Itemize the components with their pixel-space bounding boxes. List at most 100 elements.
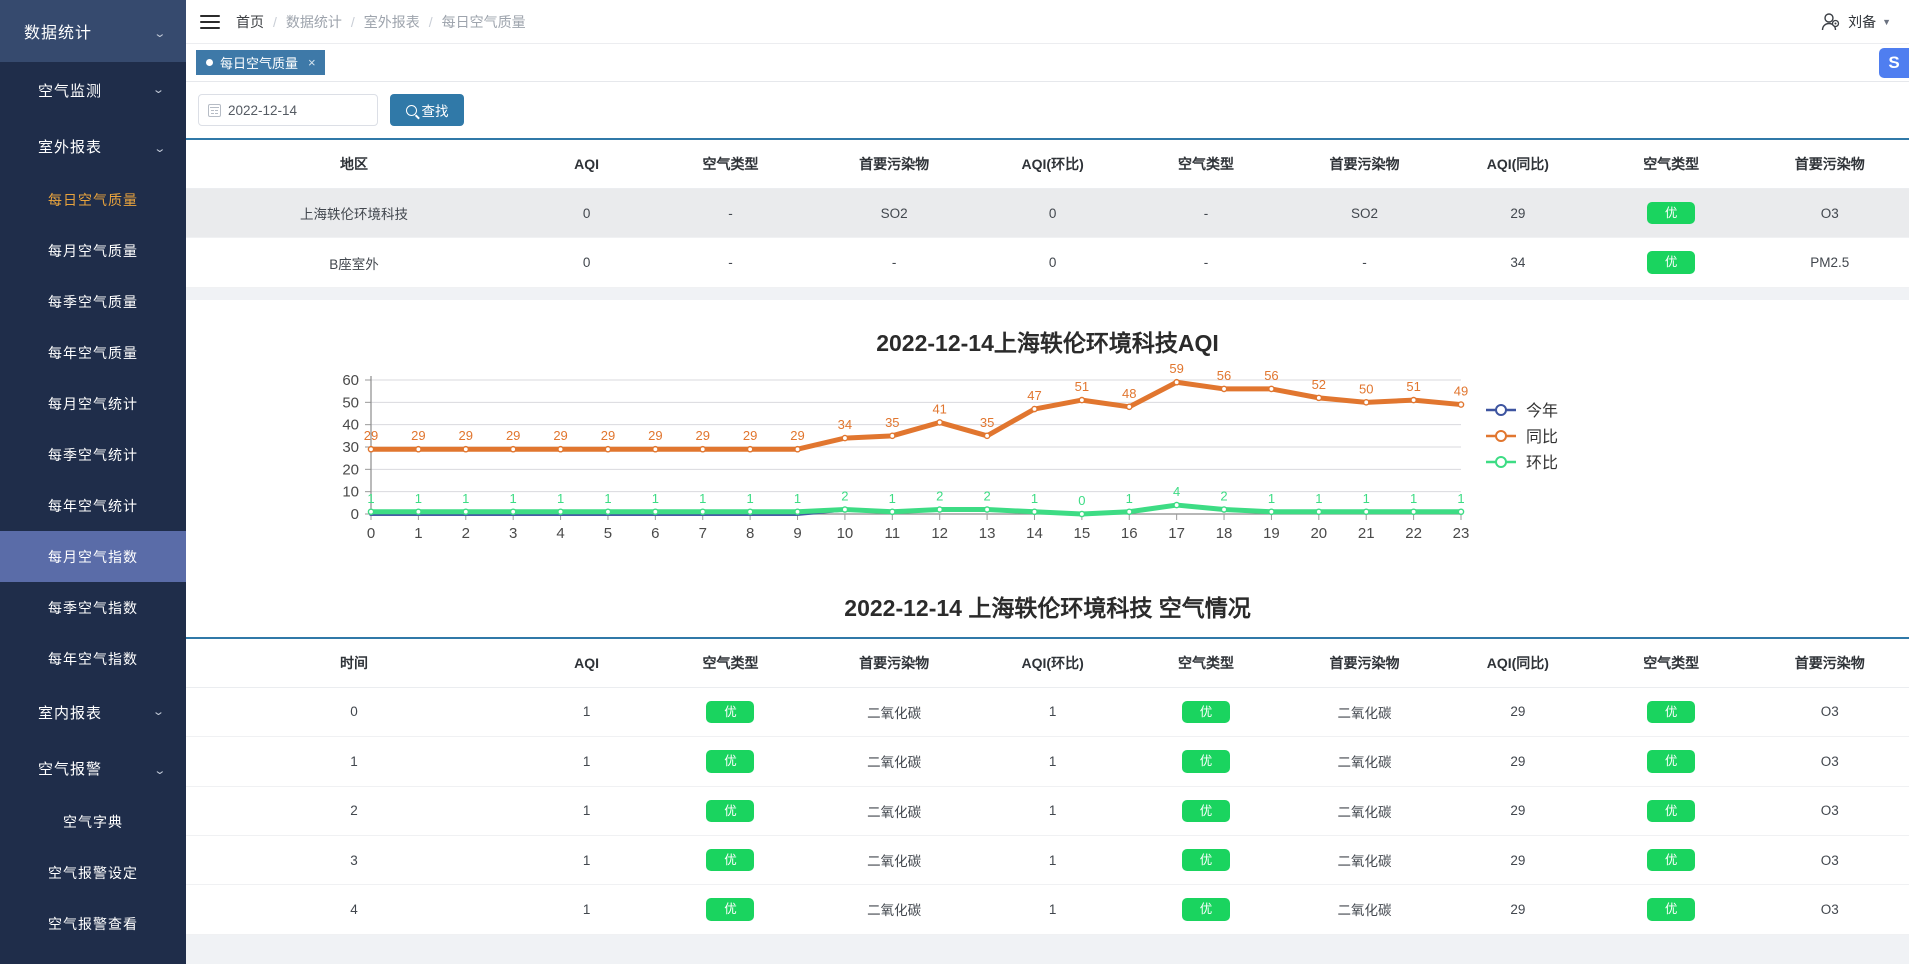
cell-3: 二氧化碳 — [809, 884, 979, 935]
svg-text:同比: 同比 — [1526, 428, 1558, 446]
content-scroll-area[interactable]: 2022-12-14 查找 地区 AQI 空气类型 首要污染物 AQI(环比) … — [186, 82, 1909, 964]
detail-table-panel: 时间 AQI 空气类型 首要污染物 AQI(环比) 空气类型 首要污染物 AQI… — [186, 636, 1909, 935]
detail-section-title: 2022-12-14 上海轶伦环境科技 空气情况 — [186, 570, 1909, 637]
table-row[interactable]: 4 1 优二氧化碳 1 优二氧化碳 29 优 O3 — [186, 884, 1909, 935]
svg-text:1: 1 — [510, 491, 517, 506]
breadcrumb-item-每日空气质量[interactable]: 每日空气质量 — [442, 12, 526, 32]
sidebar-item-每年空气指数[interactable]: 每年空气指数 — [0, 633, 186, 684]
floating-app-badge[interactable]: S — [1879, 48, 1909, 78]
table-row[interactable]: B座室外 0 - - 0 - - 34 优 PM2.5 — [186, 237, 1909, 288]
tab-active-dot-icon — [206, 59, 213, 66]
chevron-up-icon: ⌃ — [151, 140, 167, 153]
breadcrumb-item-室外报表[interactable]: 室外报表 — [364, 12, 420, 32]
breadcrumb-item-首页[interactable]: 首页 — [236, 12, 264, 32]
svg-text:15: 15 — [1074, 525, 1091, 542]
svg-text:56: 56 — [1217, 368, 1231, 383]
cell-air-type: 优 — [1126, 835, 1286, 886]
sidebar-group-空气报警[interactable]: 空气报警 ⌃ — [0, 740, 186, 796]
col-aqi-tongbi: AQI(同比) — [1443, 636, 1592, 688]
cell-7: 29 — [1443, 687, 1592, 738]
cell-4: 1 — [978, 786, 1127, 836]
table-row[interactable]: 0 1 优二氧化碳 1 优二氧化碳 29 优 O3 — [186, 687, 1909, 738]
svg-text:今年: 今年 — [1526, 402, 1558, 420]
svg-text:48: 48 — [1122, 386, 1136, 401]
sidebar-item-label: 每季空气质量 — [48, 293, 138, 310]
sidebar-item-每季空气统计[interactable]: 每季空气统计 — [0, 429, 186, 480]
sidebar-item-每年空气质量[interactable]: 每年空气质量 — [0, 327, 186, 378]
tab-每日空气质量[interactable]: 每日空气质量 × — [196, 50, 325, 75]
chevron-up-icon: ⌃ — [151, 762, 167, 775]
table-row[interactable]: 2 1 优二氧化碳 1 优二氧化碳 29 优 O3 — [186, 786, 1909, 836]
svg-text:0: 0 — [367, 525, 375, 542]
svg-text:7: 7 — [699, 525, 707, 542]
sidebar-item-每月空气指数[interactable]: 每月空气指数 — [0, 531, 186, 582]
date-input[interactable]: 2022-12-14 — [198, 94, 378, 126]
cell-aqi: 0 — [521, 237, 652, 288]
col-首要污染物: 首要污染物 — [809, 636, 979, 688]
svg-text:2: 2 — [462, 525, 470, 542]
cell-6: 二氧化碳 — [1285, 835, 1444, 886]
breadcrumb-item-数据统计[interactable]: 数据统计 — [286, 12, 342, 32]
user-avatar-icon — [1820, 12, 1842, 32]
sidebar-item-空气报警设定[interactable]: 空气报警设定 — [0, 847, 186, 898]
sidebar-item-label: 每年空气指数 — [48, 650, 138, 667]
cell-4: 1 — [978, 736, 1127, 787]
svg-text:29: 29 — [601, 428, 615, 443]
cell-0: 1 — [186, 736, 522, 787]
sidebar-item-空气报警查看[interactable]: 空气报警查看 — [0, 898, 186, 949]
cell-air-type: - — [651, 237, 810, 288]
sidebar-item-每年空气统计[interactable]: 每年空气统计 — [0, 480, 186, 531]
sidebar-item-label: 空气报警设定 — [48, 864, 138, 881]
svg-text:16: 16 — [1121, 525, 1138, 542]
status-badge: 优 — [1647, 848, 1696, 872]
svg-text:10: 10 — [342, 483, 359, 500]
hamburger-icon[interactable] — [200, 14, 220, 29]
svg-text:29: 29 — [553, 428, 567, 443]
cell-7: 29 — [1443, 884, 1592, 935]
table-row[interactable]: 1 1 优二氧化碳 1 优二氧化碳 29 优 O3 — [186, 736, 1909, 787]
sidebar-item-label: 每月空气指数 — [48, 548, 138, 565]
close-icon[interactable]: × — [308, 55, 316, 70]
aqi-line-chart[interactable]: 0 10 20 30 40 50 60 0 1 2 3 4 5 6 7 8 9 10 11 12 13 14 15 16 17 1… — [186, 362, 1909, 567]
svg-text:19: 19 — [1263, 525, 1280, 542]
sidebar-root-数据统计[interactable]: 数据统计 ⌃ — [0, 0, 186, 62]
sidebar-item-每季空气质量[interactable]: 每季空气质量 — [0, 276, 186, 327]
cell-pollutant-2: - — [1285, 237, 1444, 288]
sidebar-item-每日空气质量[interactable]: 每日空气质量 — [0, 174, 186, 225]
svg-text:9: 9 — [793, 525, 801, 542]
cell-7: 29 — [1443, 736, 1592, 787]
status-badge: 优 — [1181, 799, 1230, 822]
status-badge: 优 — [1181, 848, 1230, 872]
aqi-chart-panel: 2022-12-14上海轶伦环境科技AQI 0 10 20 30 40 50 60 0 1 2 3 4… — [186, 299, 1909, 571]
svg-text:29: 29 — [506, 428, 520, 443]
cell-air-type-3: 优 — [1591, 188, 1751, 239]
sidebar-group-室内报表[interactable]: 室内报表 ⌄ — [0, 684, 186, 740]
sidebar-item-每季空气指数[interactable]: 每季空气指数 — [0, 582, 186, 633]
sidebar-item-每月空气质量[interactable]: 每月空气质量 — [0, 225, 186, 276]
svg-text:29: 29 — [411, 428, 425, 443]
status-badge: 优 — [1647, 750, 1696, 773]
svg-text:1: 1 — [1315, 491, 1322, 506]
col-首要污染物: 首要污染物 — [809, 138, 979, 189]
search-button[interactable]: 查找 — [390, 94, 464, 126]
user-menu[interactable]: 刘备 ▼ — [1820, 12, 1891, 32]
table-row[interactable]: 上海轶伦环境科技 0 - SO2 0 - SO2 29 优 O3 — [186, 188, 1909, 239]
svg-text:29: 29 — [648, 428, 662, 443]
status-badge: 优 — [706, 750, 755, 773]
sidebar-item-label: 每季空气指数 — [48, 599, 138, 616]
cell-air-type-2: - — [1126, 237, 1286, 288]
svg-text:18: 18 — [1216, 525, 1233, 542]
col-地区: 地区 — [186, 138, 522, 189]
svg-text:51: 51 — [1406, 379, 1420, 394]
sidebar-group-室外报表[interactable]: 室外报表 ⌃ — [0, 118, 186, 174]
svg-text:35: 35 — [885, 415, 899, 430]
table-row[interactable]: 3 1 优二氧化碳 1 优二氧化碳 29 优 O3 — [186, 835, 1909, 886]
cell-air-type: 优 — [1126, 736, 1286, 787]
col-空气类型: 空气类型 — [651, 636, 810, 688]
svg-text:35: 35 — [980, 415, 994, 430]
sidebar-item-每月空气统计[interactable]: 每月空气统计 — [0, 378, 186, 429]
sidebar-item-空气字典[interactable]: 空气字典 — [0, 796, 186, 847]
svg-text:1: 1 — [414, 525, 422, 542]
status-badge: 优 — [1647, 202, 1696, 225]
sidebar-group-空气监测[interactable]: 空气监测 ⌄ — [0, 62, 186, 118]
